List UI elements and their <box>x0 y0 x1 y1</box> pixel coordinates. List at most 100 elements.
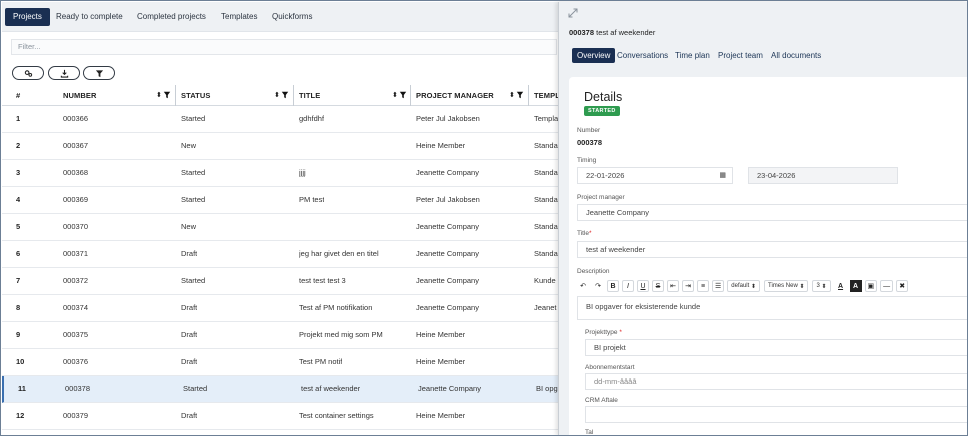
tab-time-plan[interactable]: Time plan <box>670 48 715 63</box>
table-header: # NUMBER ⬍ STATUS ⬍ TITLE ⬍ PROJECT MANA… <box>2 85 560 106</box>
crm-aftale-field[interactable] <box>585 406 967 423</box>
cell-project-manager: Jeanette Company <box>416 249 479 258</box>
format-select[interactable]: default ⬍ <box>727 280 760 292</box>
title-field[interactable]: test af weekender <box>577 241 967 258</box>
end-date-field[interactable]: 23-04-2026 <box>748 167 898 184</box>
column-filter-icon[interactable] <box>163 91 171 99</box>
table-row[interactable]: 12 000379 Draft Test container settings Hein… <box>2 403 558 430</box>
clear-format-icon[interactable]: ✖ <box>896 280 909 292</box>
indent-icon[interactable]: ⇥ <box>682 280 694 292</box>
header-template[interactable]: TEMPL <box>534 85 560 106</box>
column-divider[interactable] <box>528 85 529 106</box>
projekttype-label-text: Projekttype <box>585 329 618 336</box>
settings-button[interactable] <box>12 66 44 80</box>
column-filter-icon[interactable] <box>516 91 524 99</box>
calendar-icon[interactable]: ▦ <box>719 168 726 183</box>
column-divider[interactable] <box>410 85 411 106</box>
table-row[interactable]: 1 000366 Started gdhfdhf Peter Jul Jakobsen T… <box>2 106 558 133</box>
table-row[interactable]: 2 000367 New Heine Member Standa <box>2 133 558 160</box>
column-divider[interactable] <box>293 85 294 106</box>
timing-label: Timing <box>577 157 597 164</box>
tab-projects[interactable]: Projects <box>5 8 50 26</box>
header-number[interactable]: NUMBER <box>63 85 97 106</box>
cell-index: 6 <box>16 249 21 258</box>
cell-number: 000368 <box>63 168 89 177</box>
column-filter-icon[interactable] <box>399 91 407 99</box>
cell-status: New <box>181 141 197 150</box>
table-row[interactable]: 4 000369 Started PM test Peter Jul Jakobsen S… <box>2 187 558 214</box>
tab-overview[interactable]: Overview <box>572 48 616 63</box>
table-row[interactable]: 9 000375 Draft Projekt med mig som PM Heine … <box>2 322 558 349</box>
tab-completed-projects[interactable]: Completed projects <box>129 8 214 26</box>
cell-number: 000372 <box>63 276 89 285</box>
project-manager-label: Project manager <box>577 194 625 201</box>
tab-ready-to-complete[interactable]: Ready to complete <box>48 8 131 26</box>
horizontal-rule-icon[interactable]: — <box>880 280 894 292</box>
redo-icon[interactable]: ↷ <box>592 280 604 292</box>
tab-all-documents[interactable]: All documents <box>766 48 826 63</box>
table-row[interactable]: 11 000378 Started test af weekender Jeanette… <box>2 376 562 403</box>
table-row[interactable]: 5 000370 New Jeanette Company Standa <box>2 214 558 241</box>
panel-project-number: 000378 <box>569 28 595 37</box>
project-tabs: Projects Ready to complete Completed pro… <box>2 2 558 32</box>
cell-template: Templa <box>534 114 559 123</box>
cell-status: Draft <box>181 411 198 420</box>
font-select[interactable]: Times New ⬍ <box>764 280 809 292</box>
tab-templates[interactable]: Templates <box>213 8 265 26</box>
description-editor[interactable]: BI opgaver for eksisterende kunde <box>577 296 967 320</box>
italic-button[interactable]: I <box>622 280 634 292</box>
strikethrough-button[interactable]: S <box>652 280 664 292</box>
sort-icon[interactable]: ⬍ <box>274 91 280 99</box>
header-project-manager[interactable]: PROJECT MANAGER <box>416 85 494 106</box>
cell-number: 000375 <box>63 330 89 339</box>
sort-icon[interactable]: ⬍ <box>392 91 398 99</box>
image-icon[interactable]: ▣ <box>864 280 878 292</box>
cell-status: Started <box>183 384 208 393</box>
sort-icon[interactable]: ⬍ <box>156 91 162 99</box>
size-select[interactable]: 3 ⬍ <box>812 280 831 292</box>
start-date-field[interactable]: 22-01-2026 ▦ <box>577 167 733 184</box>
cell-template: Standa <box>534 222 558 231</box>
table-row[interactable]: 7 000372 Started test test test 3 Jeanette C… <box>2 268 558 295</box>
abonnementstart-field[interactable]: dd-mm-åååå <box>585 373 967 390</box>
start-date-value: 22-01-2026 <box>586 171 625 180</box>
header-index: # <box>16 91 21 100</box>
underline-button[interactable]: U <box>637 280 649 292</box>
cell-project-manager: Jeanette Company <box>416 303 479 312</box>
tab-conversations[interactable]: Conversations <box>612 48 673 63</box>
cell-template: Standa <box>534 141 558 150</box>
filter-button[interactable] <box>83 66 115 80</box>
table-row[interactable]: 3 000368 Started jjjj Jeanette Company Standa <box>2 160 558 187</box>
projekttype-field[interactable]: BI projekt <box>585 339 967 356</box>
header-status[interactable]: STATUS <box>181 85 211 106</box>
cell-index: 1 <box>16 114 21 123</box>
undo-icon[interactable]: ↶ <box>577 280 589 292</box>
project-manager-field[interactable]: Jeanette Company <box>577 204 967 221</box>
bold-button[interactable]: B <box>607 280 619 292</box>
cell-index: 3 <box>16 168 21 177</box>
highlight-color-icon[interactable]: A <box>849 280 862 292</box>
column-divider[interactable] <box>175 85 176 106</box>
ordered-list-icon[interactable]: ≡ <box>697 280 709 292</box>
panel-title: 000378 test af weekender <box>569 28 655 37</box>
cell-status: Draft <box>181 249 198 258</box>
tab-project-team[interactable]: Project team <box>713 48 768 63</box>
cell-template: Kunde <box>534 276 556 285</box>
table-row[interactable]: 10 000376 Draft Test PM notif Heine Member <box>2 349 558 376</box>
tab-quickforms[interactable]: Quickforms <box>264 8 320 26</box>
bullet-list-icon[interactable]: ☰ <box>712 280 725 292</box>
sort-icon[interactable]: ⬍ <box>509 91 515 99</box>
header-title[interactable]: TITLE <box>299 85 320 106</box>
outdent-icon[interactable]: ⇤ <box>667 280 679 292</box>
text-color-icon[interactable]: A <box>835 280 847 292</box>
table-row[interactable]: 8 000374 Draft Test af PM notifikation Jeane… <box>2 295 558 322</box>
column-filter-icon[interactable] <box>281 91 289 99</box>
table-row[interactable]: 6 000371 Draft jeg har givet den en titel Je… <box>2 241 558 268</box>
export-button[interactable] <box>48 66 80 80</box>
expand-icon[interactable] <box>568 8 578 18</box>
filter-input[interactable]: Filter... <box>11 39 557 55</box>
cell-project-manager: Jeanette Company <box>418 384 481 393</box>
cell-project-manager: Jeanette Company <box>416 276 479 285</box>
details-heading: Details <box>584 90 623 104</box>
number-value: 000378 <box>577 138 603 147</box>
